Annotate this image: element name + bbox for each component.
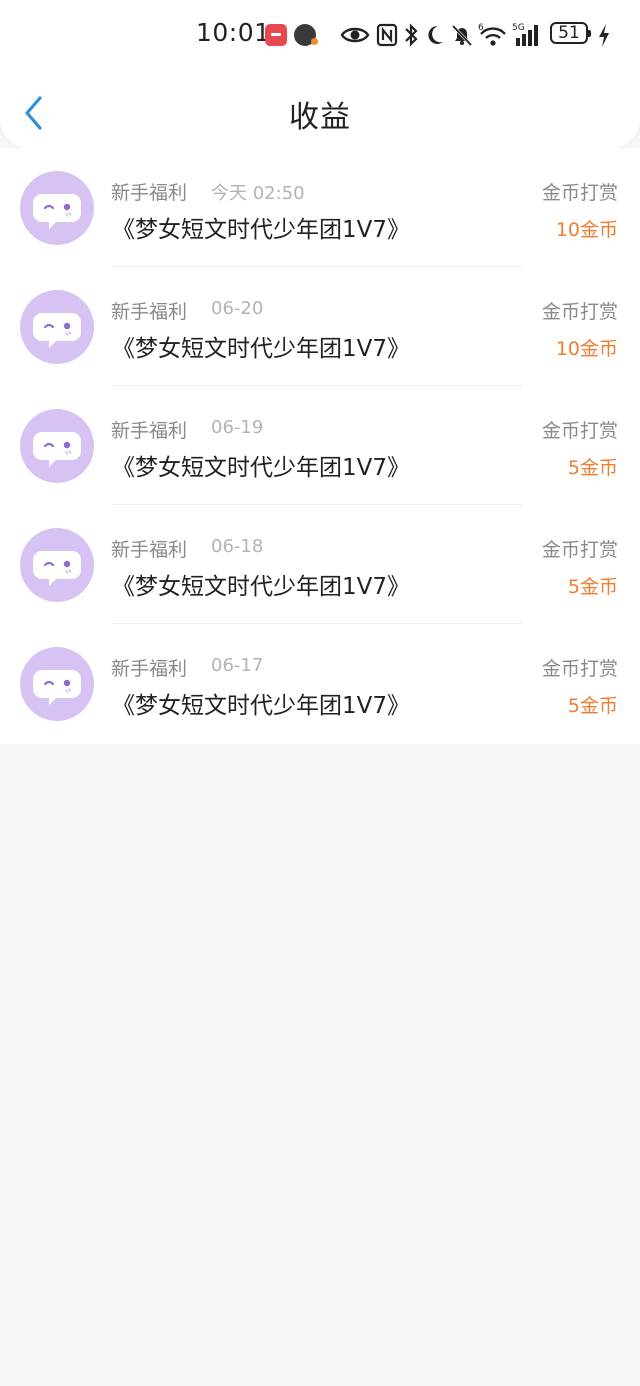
wifi-icon: 6 [478,23,506,46]
reward-time: 06-19 [211,417,264,438]
app-notification-icon [265,24,287,46]
reward-type: 金币打赏 [541,420,618,442]
book-title: 《梦女短文时代少年团1V7》 [112,455,411,481]
battery-indicator: 51 [550,22,591,44]
svg-text:5G: 5G [512,23,525,33]
message-avatar-icon [20,409,94,483]
earnings-row[interactable]: 新手福利 06-20 《梦女短文时代少年团1V7》 金币打赏 10金币 [0,267,640,386]
reward-source: 新手福利 [111,182,188,204]
eye-icon [340,27,370,43]
charging-icon [599,24,609,47]
reward-time: 06-20 [211,298,264,319]
message-avatar-icon [20,647,94,721]
page-title: 收益 [289,100,351,135]
avatar-notification-icon [294,24,318,46]
reward-source: 新手福利 [111,301,188,323]
reward-type: 金币打赏 [541,658,618,680]
message-avatar-icon [20,528,94,602]
message-avatar-icon [20,171,94,245]
app-header: 10:01 6 5G 51 收益 [0,0,640,148]
signal-5g-icon: 5G [512,23,538,46]
earnings-row[interactable]: 新手福利 今天 02:50 《梦女短文时代少年团1V7》 金币打赏 10金币 [0,148,640,267]
reward-source: 新手福利 [111,420,188,442]
moon-icon [428,25,443,44]
bell-off-icon [451,24,473,47]
reward-time: 今天 02:50 [211,183,305,204]
reward-type: 金币打赏 [541,539,618,561]
book-title: 《梦女短文时代少年团1V7》 [112,574,411,600]
book-title: 《梦女短文时代少年团1V7》 [112,217,411,243]
earnings-row[interactable]: 新手福利 06-17 《梦女短文时代少年团1V7》 金币打赏 5金币 [0,624,640,743]
reward-source: 新手福利 [111,658,188,680]
earnings-row[interactable]: 新手福利 06-18 《梦女短文时代少年团1V7》 金币打赏 5金币 [0,505,640,624]
reward-type: 金币打赏 [541,182,618,204]
reward-amount: 5金币 [567,576,618,598]
earnings-row[interactable]: 新手福利 06-19 《梦女短文时代少年团1V7》 金币打赏 5金币 [0,386,640,505]
reward-source: 新手福利 [111,539,188,561]
earnings-list: 新手福利 今天 02:50 《梦女短文时代少年团1V7》 金币打赏 10金币 新… [0,148,640,744]
reward-amount: 5金币 [567,457,618,479]
reward-type: 金币打赏 [541,301,618,323]
nfc-icon [376,23,398,47]
bluetooth-icon [405,23,418,47]
reward-amount: 5金币 [567,695,618,717]
reward-amount: 10金币 [555,338,618,360]
reward-time: 06-17 [211,655,264,676]
status-time: 10:01 [196,18,271,47]
reward-time: 06-18 [211,536,264,557]
message-avatar-icon [20,290,94,364]
status-bar: 10:01 6 5G 51 [0,0,640,72]
book-title: 《梦女短文时代少年团1V7》 [112,336,411,362]
reward-amount: 10金币 [555,219,618,241]
book-title: 《梦女短文时代少年团1V7》 [112,693,411,719]
